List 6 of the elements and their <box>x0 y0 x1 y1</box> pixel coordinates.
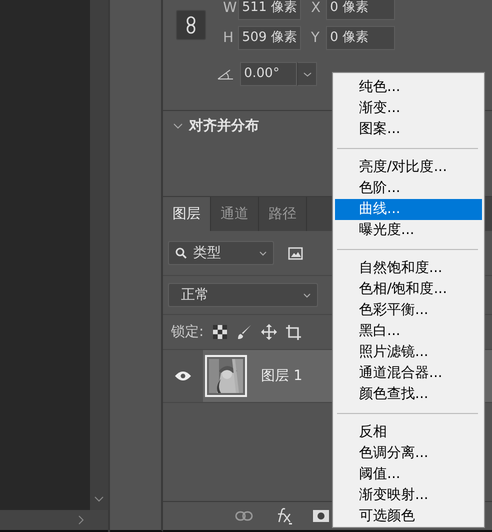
layer-name: 图层 1 <box>261 367 302 385</box>
width-label: W <box>223 0 238 16</box>
x-label: X <box>311 0 322 16</box>
height-label: H <box>223 30 235 46</box>
lock-label: 锁定: <box>171 323 204 341</box>
y-label: Y <box>311 30 321 46</box>
